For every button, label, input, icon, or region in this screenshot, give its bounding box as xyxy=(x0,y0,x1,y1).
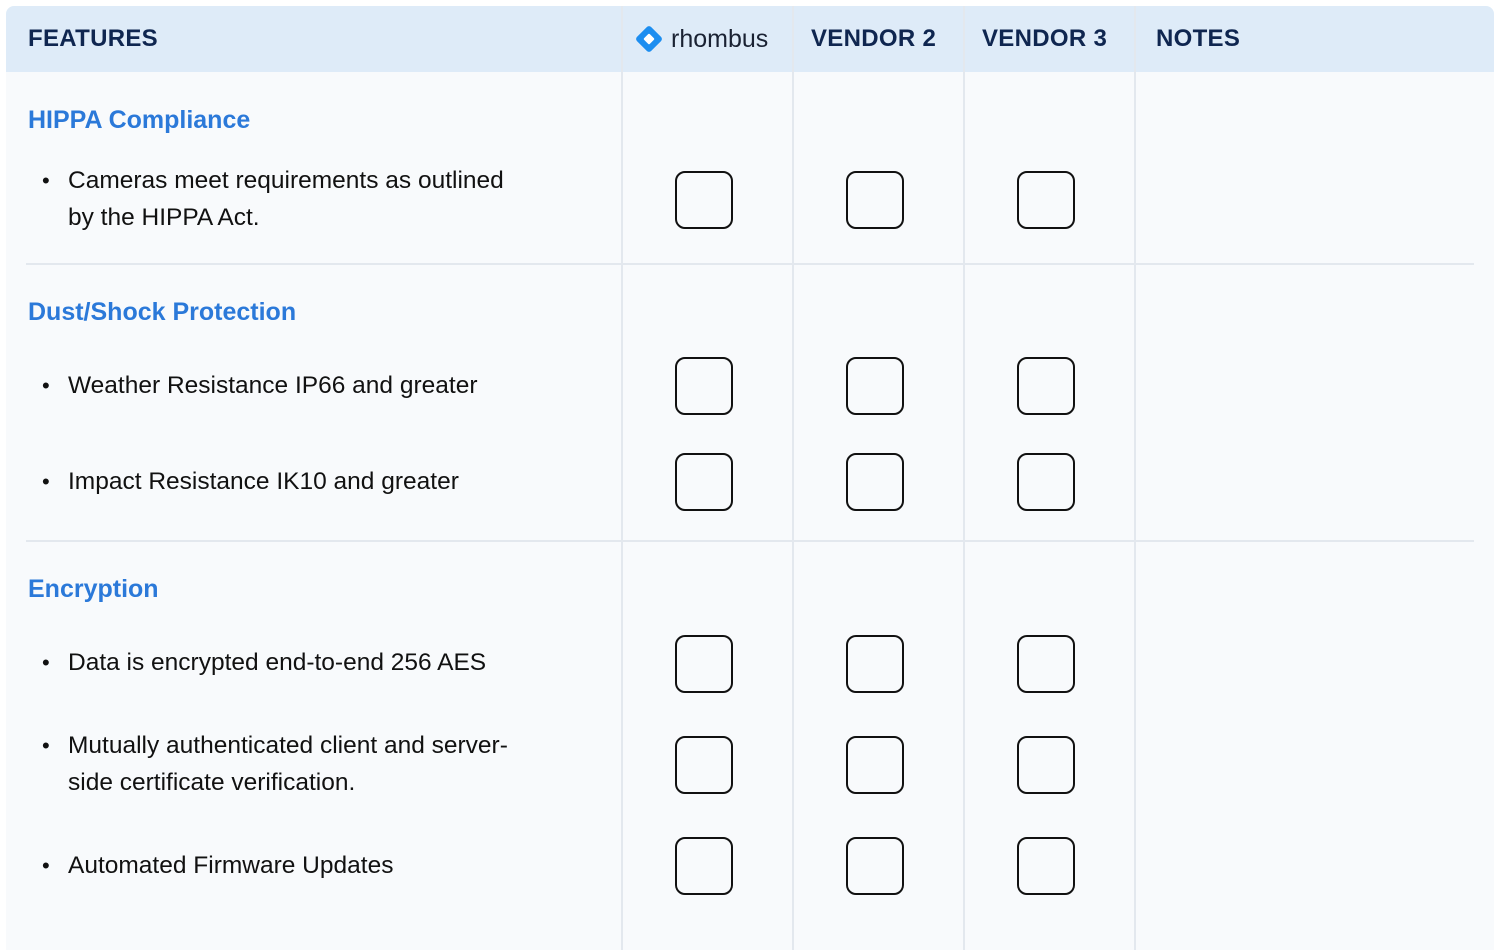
column-divider xyxy=(792,6,794,950)
bullet: • xyxy=(42,373,50,398)
bullet: • xyxy=(42,650,50,675)
feature-label: Data is encrypted end-to-end 256 AES xyxy=(68,649,487,676)
checkbox-vendor2[interactable] xyxy=(846,357,904,415)
column-divider xyxy=(621,6,623,950)
checkbox-vendor2[interactable] xyxy=(846,736,904,794)
section-title-dust-shock: Dust/Shock Protection xyxy=(28,298,297,326)
comparison-table: FEATURES rhombus VENDOR 2 VENDOR 3 NOTES… xyxy=(6,6,1494,950)
feature-item: • Mutually authenticated client and serv… xyxy=(42,727,582,801)
feature-label: Weather Resistance IP66 and greater xyxy=(68,372,478,399)
checkbox-rhombus[interactable] xyxy=(675,736,733,794)
vendor3-column-header: VENDOR 3 xyxy=(982,25,1108,52)
feature-item: • Cameras meet requirements as outlined … xyxy=(42,162,582,236)
row-divider xyxy=(26,540,1474,542)
rhombus-column-header: rhombus xyxy=(634,6,768,72)
bullet: • xyxy=(42,469,50,494)
feature-item: • Weather Resistance IP66 and greater xyxy=(42,367,582,404)
checkbox-rhombus[interactable] xyxy=(675,357,733,415)
feature-label-line: side certificate verification. xyxy=(68,769,356,796)
checkbox-vendor2[interactable] xyxy=(846,635,904,693)
feature-label: Automated Firmware Updates xyxy=(68,852,394,879)
brand-name: rhombus xyxy=(671,24,769,53)
feature-item: • Data is encrypted end-to-end 256 AES xyxy=(42,644,582,681)
checkbox-vendor2[interactable] xyxy=(846,453,904,511)
checkbox-rhombus[interactable] xyxy=(675,171,733,229)
row-divider xyxy=(26,263,1474,265)
bullet: • xyxy=(42,853,50,878)
column-divider xyxy=(963,6,965,950)
section-title-hippa: HIPPA Compliance xyxy=(28,106,251,134)
checkbox-vendor3[interactable] xyxy=(1017,171,1075,229)
feature-item: • Impact Resistance IK10 and greater xyxy=(42,463,582,500)
vendor2-column-header: VENDOR 2 xyxy=(811,25,937,52)
rhombus-logo-icon xyxy=(636,26,662,52)
checkbox-vendor2[interactable] xyxy=(846,837,904,895)
column-divider xyxy=(1134,6,1136,950)
bullet: • xyxy=(42,733,50,758)
bullet: • xyxy=(42,168,50,193)
feature-item: • Automated Firmware Updates xyxy=(42,847,582,884)
checkbox-rhombus[interactable] xyxy=(675,837,733,895)
section-title-encryption: Encryption xyxy=(28,575,159,603)
table-header: FEATURES rhombus VENDOR 2 VENDOR 3 NOTES xyxy=(6,6,1494,72)
feature-label: Cameras meet requirements as outlined by… xyxy=(68,162,504,236)
feature-label-line: Cameras meet requirements as outlined xyxy=(68,167,504,194)
features-column-header: FEATURES xyxy=(28,25,158,52)
checkbox-rhombus[interactable] xyxy=(675,453,733,511)
checkbox-rhombus[interactable] xyxy=(675,635,733,693)
checkbox-vendor3[interactable] xyxy=(1017,357,1075,415)
feature-label-line: by the HIPPA Act. xyxy=(68,204,260,231)
checkbox-vendor3[interactable] xyxy=(1017,635,1075,693)
checkbox-vendor3[interactable] xyxy=(1017,837,1075,895)
feature-label-line: Mutually authenticated client and server… xyxy=(68,732,508,759)
feature-label: Mutually authenticated client and server… xyxy=(68,727,508,801)
checkbox-vendor3[interactable] xyxy=(1017,453,1075,511)
feature-label: Impact Resistance IK10 and greater xyxy=(68,468,459,495)
notes-column-header: NOTES xyxy=(1156,25,1241,52)
checkbox-vendor3[interactable] xyxy=(1017,736,1075,794)
checkbox-vendor2[interactable] xyxy=(846,171,904,229)
